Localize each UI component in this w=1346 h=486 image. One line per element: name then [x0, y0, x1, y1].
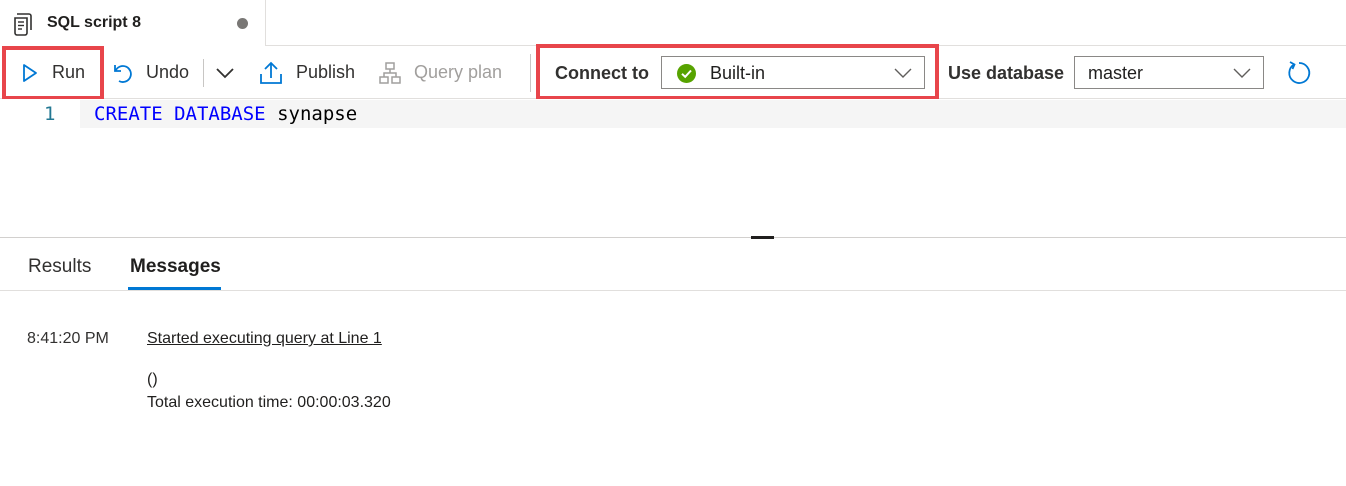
- script-icon: [12, 12, 34, 36]
- tab-sql-script[interactable]: SQL script 8: [0, 0, 266, 46]
- use-database-value: master: [1088, 63, 1144, 83]
- chevron-down-icon: [1233, 66, 1251, 84]
- undo-dropdown-button[interactable]: [215, 46, 235, 99]
- connect-to-label: Connect to: [555, 63, 649, 83]
- message-timestamp: 8:41:20 PM: [27, 330, 109, 347]
- message-text: (): [147, 371, 158, 388]
- undo-button[interactable]: Undo: [111, 46, 189, 99]
- tab-results[interactable]: Results: [28, 256, 91, 278]
- keyword-token: CREATE: [94, 103, 163, 125]
- publish-label: Publish: [296, 62, 356, 82]
- line-number: 1: [44, 103, 56, 125]
- run-button[interactable]: Run: [22, 46, 85, 99]
- connect-to-value: Built-in: [710, 63, 766, 83]
- code-editor[interactable]: 1 CREATE DATABASE synapse: [0, 99, 1346, 237]
- query-plan-button[interactable]: Query plan: [378, 46, 502, 99]
- results-tab-bar: Results Messages: [0, 238, 1346, 291]
- separator: [530, 54, 531, 92]
- hierarchy-icon: [378, 61, 402, 85]
- use-database-label: Use database: [948, 63, 1065, 83]
- check-circle-icon: [677, 64, 696, 88]
- connect-to-dropdown[interactable]: Built-in: [661, 56, 925, 89]
- toolbar: Run Undo Publish Query plan Connect to B…: [0, 46, 1346, 99]
- keyword-token: DATABASE: [174, 103, 266, 125]
- chevron-down-icon: [215, 67, 235, 79]
- query-plan-label: Query plan: [414, 62, 503, 82]
- play-icon: [22, 63, 38, 83]
- message-text: Total execution time: 00:00:03.320: [147, 394, 391, 411]
- publish-button[interactable]: Publish: [258, 46, 355, 99]
- separator: [203, 59, 204, 87]
- use-database-dropdown[interactable]: master: [1074, 56, 1264, 89]
- run-label: Run: [52, 62, 86, 82]
- code-line[interactable]: CREATE DATABASE synapse: [94, 103, 357, 125]
- unsaved-dot-icon[interactable]: [237, 18, 248, 29]
- upload-icon: [258, 60, 284, 86]
- tab-messages[interactable]: Messages: [130, 256, 221, 278]
- refresh-button[interactable]: [1286, 46, 1312, 99]
- message-line-link[interactable]: Started executing query at Line 1: [147, 330, 382, 348]
- refresh-icon: [1286, 60, 1312, 86]
- undo-icon: [111, 62, 133, 84]
- tab-title: SQL script 8: [47, 14, 141, 31]
- chevron-down-icon: [894, 66, 912, 84]
- tab-bar: SQL script 8: [0, 0, 1346, 46]
- active-tab-indicator: [128, 287, 221, 290]
- undo-label: Undo: [146, 62, 190, 82]
- identifier-token: synapse: [277, 103, 358, 125]
